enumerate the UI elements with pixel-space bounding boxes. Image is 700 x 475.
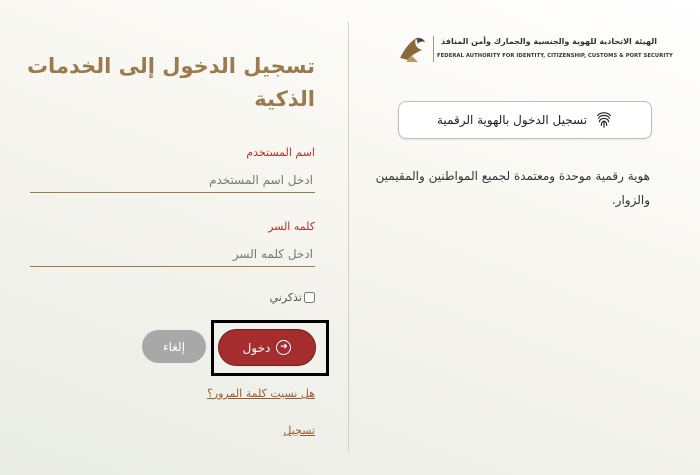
- username-input[interactable]: [30, 167, 315, 193]
- digital-id-description: هوية رقمية موحدة ومعتمدة لجميع المواطنين…: [375, 169, 650, 207]
- digital-id-button-label: تسجيل الدخول بالهوية الرقمية: [436, 113, 588, 127]
- password-label: كلمه السر: [268, 220, 315, 233]
- remember-me-label: تذكرني: [269, 291, 302, 304]
- login-form-title: تسجيل الدخول إلى الخدمات الذكية: [26, 54, 315, 111]
- sign-in-arrow-icon: ➜: [276, 340, 292, 355]
- remember-me[interactable]: تذكرني: [270, 291, 315, 304]
- forgot-password-link[interactable]: هل نسيت كلمة المرور؟: [207, 387, 315, 400]
- falcon-logo-icon: [400, 37, 425, 62]
- password-input[interactable]: [30, 241, 315, 267]
- register-link[interactable]: تسجيل: [283, 424, 315, 437]
- vertical-divider: [348, 22, 349, 452]
- login-page: تسجيل الدخول إلى الخدمات الذكية اسم المس…: [0, 0, 700, 475]
- login-button[interactable]: ➜ دخول: [218, 329, 316, 366]
- remember-me-checkbox[interactable]: [304, 292, 315, 303]
- logo-separator: [433, 36, 434, 62]
- authority-logo: الهيئة الاتحادية للهوية والجنسية والجمار…: [396, 32, 673, 72]
- fingerprint-icon: [597, 112, 611, 128]
- username-label: اسم المستخدم: [246, 146, 315, 159]
- login-form-panel: تسجيل الدخول إلى الخدمات الذكية اسم المس…: [0, 0, 348, 475]
- login-button-label: دخول: [242, 340, 271, 355]
- authority-name-en: FEDERAL AUTHORITY FOR IDENTITY, CITIZENS…: [437, 53, 673, 59]
- digital-id-login-button[interactable]: تسجيل الدخول بالهوية الرقمية: [398, 101, 652, 139]
- authority-name-ar: الهيئة الاتحادية للهوية والجنسية والجمار…: [441, 37, 657, 46]
- cancel-button[interactable]: إلغاء: [142, 330, 206, 363]
